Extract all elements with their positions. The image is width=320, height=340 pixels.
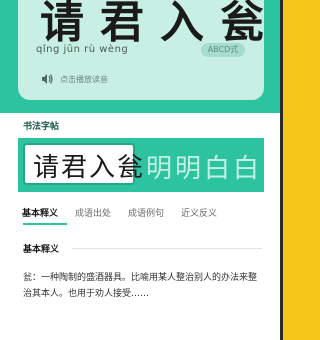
idiom-detail-page: 请君入瓮 qǐng jūn rù wèng ABCD式 点击播放读音 书法字帖 … xyxy=(0,0,280,340)
idiom-pinyin: qǐng jūn rù wèng xyxy=(36,44,129,55)
tab-synonyms[interactable]: 近义反义 xyxy=(181,206,217,219)
tab-origin[interactable]: 成语出处 xyxy=(75,206,111,219)
window-edge xyxy=(280,0,289,340)
calligraphy-style-1: 请君入瓮 xyxy=(33,153,146,183)
calligraphy-carousel[interactable]: 请君入瓮 明明白白 xyxy=(18,138,264,192)
tab-examples[interactable]: 成语例句 xyxy=(128,206,164,219)
calligraphy-label-text: 书法字帖 xyxy=(23,122,60,132)
tab-basic-meaning[interactable]: 基本释义 xyxy=(22,206,58,219)
definition-heading: 基本释义 xyxy=(23,245,60,255)
active-tab-indicator xyxy=(23,223,67,225)
calligraphy-section-label: 书法字帖 xyxy=(23,119,59,132)
calligraphy-style-2[interactable]: 明明白白 xyxy=(146,148,262,185)
play-audio-button[interactable]: 点击播放读音 xyxy=(40,72,108,86)
detail-tabs: 基本释义 成语出处 成语例句 近义反义 xyxy=(0,202,280,222)
idiom-hero-card: 请君入瓮 qǐng jūn rù wèng ABCD式 点击播放读音 xyxy=(0,0,280,113)
speaker-icon xyxy=(42,74,53,84)
idiom-title: 请君入瓮 xyxy=(40,0,280,48)
definition-divider xyxy=(72,248,262,249)
calligraphy-card-selected[interactable]: 请君入瓮 xyxy=(23,143,143,185)
idiom-hero-panel: 请君入瓮 qǐng jūn rù wèng ABCD式 点击播放读音 xyxy=(18,0,264,100)
idiom-pattern-badge: ABCD式 xyxy=(201,43,245,57)
window-edge-shadow xyxy=(280,0,283,340)
definition-text: 瓮：一种陶制的盛酒器具。比喻用某人整治别人的办法来整治其本人。也用于劝人接受…… xyxy=(23,273,258,299)
audio-label: 点击播放读音 xyxy=(60,74,108,84)
